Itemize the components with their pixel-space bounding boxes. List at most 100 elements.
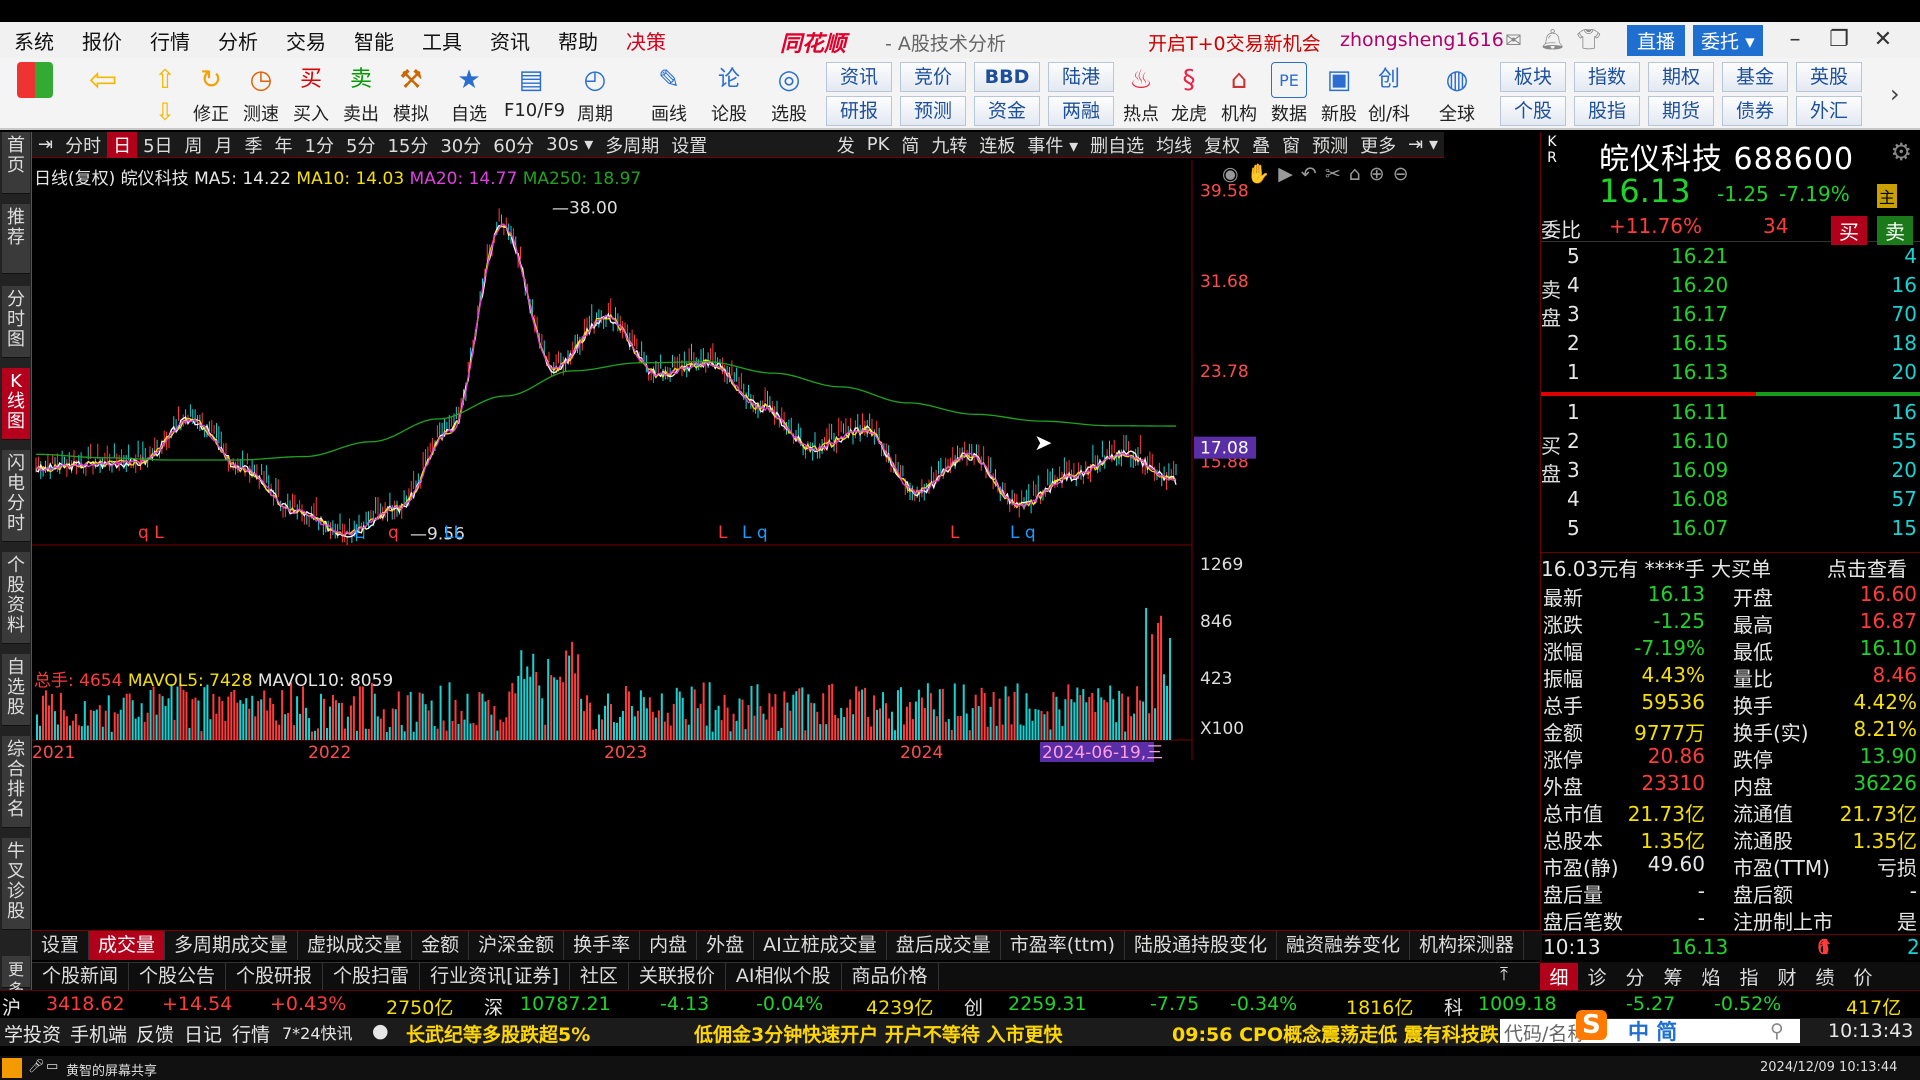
- quick-options-button[interactable]: 期权: [1648, 62, 1714, 92]
- period-quarter[interactable]: 季: [239, 132, 269, 158]
- period-1min[interactable]: 1分: [299, 132, 340, 158]
- correct-button[interactable]: ↻ 修正: [184, 60, 238, 128]
- tool-pk[interactable]: PK: [861, 134, 896, 155]
- indicator-tab-4[interactable]: 金额: [412, 931, 470, 960]
- collapse-up-icon[interactable]: ⤒: [1500, 964, 1508, 985]
- tool-more[interactable]: 更多: [1354, 132, 1402, 158]
- menu-item-market[interactable]: 行情: [136, 26, 204, 55]
- right-tab-2[interactable]: 分: [1616, 963, 1654, 990]
- news-tab-7[interactable]: AI相似个股: [726, 963, 842, 990]
- ticker-diary[interactable]: 日记: [184, 1020, 222, 1047]
- restore-button[interactable]: ❐: [1818, 24, 1860, 56]
- cy-value[interactable]: 2259.31: [1008, 993, 1087, 1015]
- sz-value[interactable]: 10787.21: [520, 993, 611, 1015]
- indicator-tab-12[interactable]: 陆股通持股变化: [1125, 931, 1278, 960]
- news-tab-8[interactable]: 商品价格: [842, 963, 939, 990]
- simulate-button[interactable]: ⚒ 模拟: [384, 60, 438, 128]
- mic-icon[interactable]: 🎤︎: [28, 1059, 45, 1074]
- chart-settings-button[interactable]: 设置: [665, 132, 713, 158]
- ticker-mobile[interactable]: 手机端: [70, 1020, 127, 1047]
- indicator-tab-13[interactable]: 融资融券变化: [1277, 931, 1411, 960]
- watchlist-button[interactable]: ★ 自选: [442, 60, 496, 128]
- tab-home[interactable]: 首页: [2, 132, 30, 194]
- quick-fx-button[interactable]: 外汇: [1796, 96, 1862, 126]
- menu-item-system[interactable]: 系统: [0, 26, 68, 55]
- indicator-tab-11[interactable]: 市盈率(ttm): [1001, 931, 1125, 960]
- quick-stock-index-button[interactable]: 股指: [1574, 96, 1640, 126]
- period-month[interactable]: 月: [209, 132, 239, 158]
- tab-watchlist[interactable]: 自选股: [2, 654, 30, 726]
- pin-icon[interactable]: ⇥: [32, 134, 59, 155]
- tool-limit-up[interactable]: 连板: [973, 132, 1021, 158]
- quick-bonds-button[interactable]: 债券: [1722, 96, 1788, 126]
- quick-fund-button[interactable]: 资金: [974, 96, 1040, 126]
- book-row[interactable]: 2 16.10 55: [1541, 429, 1920, 457]
- right-tab-6[interactable]: 财: [1768, 963, 1806, 990]
- right-tab-3[interactable]: 筹: [1654, 963, 1692, 990]
- tool-window[interactable]: 窗: [1276, 132, 1306, 158]
- menu-item-smart[interactable]: 智能: [340, 26, 408, 55]
- f10-button[interactable]: ▤ F10/F9: [504, 60, 565, 128]
- news-ticker-3[interactable]: 09:56 CPO概念震荡走低 震有科技跌: [1172, 1020, 1499, 1047]
- global-button[interactable]: ◍ 全球: [1430, 60, 1484, 128]
- tool-adjust[interactable]: 复权: [1198, 132, 1246, 158]
- multi-period-button[interactable]: 多周期: [599, 132, 665, 158]
- period-30min[interactable]: 30分: [434, 132, 487, 158]
- period-intraday[interactable]: 分时: [59, 132, 107, 158]
- indicator-tab-7[interactable]: 内盘: [640, 931, 698, 960]
- right-tab-8[interactable]: 价: [1844, 963, 1882, 990]
- tab-flash-intraday[interactable]: 闪电分时: [2, 450, 30, 542]
- kc-value[interactable]: 1009.18: [1478, 993, 1557, 1015]
- book-row[interactable]: 1 16.13 20: [1541, 360, 1920, 388]
- book-row[interactable]: 5 16.07 15: [1541, 516, 1920, 544]
- tool-events[interactable]: 事件 ▾: [1021, 132, 1084, 158]
- discuss-button[interactable]: 论论股: [702, 60, 756, 128]
- book-row[interactable]: 2 16.15 18: [1541, 331, 1920, 359]
- tab-more[interactable]: 更多: [2, 956, 30, 999]
- quick-uk-stock-button[interactable]: 英股: [1796, 62, 1862, 92]
- ime-mode[interactable]: 中 简: [1628, 1016, 1677, 1046]
- news-tab-3[interactable]: 个股扫雷: [323, 963, 421, 990]
- indicator-tab-3[interactable]: 虚拟成交量: [298, 931, 413, 960]
- data-button[interactable]: PE 数据: [1262, 60, 1316, 128]
- search-icon[interactable]: ⚲: [1770, 1020, 1784, 1042]
- book-row[interactable]: 4 16.20 16: [1541, 273, 1920, 301]
- ticker-learn[interactable]: 学投资: [4, 1020, 61, 1047]
- right-tab-5[interactable]: 指: [1730, 963, 1768, 990]
- news-ticker-2[interactable]: 低佣金3分钟快速开户 开户不等待 入市更快: [694, 1020, 1062, 1047]
- quick-forecast-button[interactable]: 预测: [900, 96, 966, 126]
- tool-nine-turn[interactable]: 九转: [925, 132, 973, 158]
- dragon-tiger-button[interactable]: § 龙虎: [1162, 60, 1216, 128]
- tool-remove-watch[interactable]: 删自选: [1084, 132, 1150, 158]
- book-row[interactable]: 3 16.17 70: [1541, 302, 1920, 330]
- big-order-link[interactable]: 点击查看: [1827, 553, 1907, 582]
- quick-funds-button[interactable]: 基金: [1722, 62, 1788, 92]
- sell-button[interactable]: 卖卖出: [334, 60, 388, 128]
- book-row[interactable]: 3 16.09 20: [1541, 458, 1920, 486]
- period-button[interactable]: ◴ 周期: [568, 60, 622, 128]
- delegate-button[interactable]: 委托 ▾: [1693, 25, 1763, 56]
- tab-recommend[interactable]: 推荐: [2, 204, 30, 274]
- tab-intraday[interactable]: 分时图: [2, 286, 30, 358]
- news-tab-0[interactable]: 个股新闻: [32, 963, 130, 990]
- gear-icon[interactable]: ⚙: [1890, 138, 1912, 166]
- quick-auction-button[interactable]: 竞价: [900, 62, 966, 92]
- hotspot-button[interactable]: ♨ 热点: [1114, 60, 1168, 128]
- menu-item-trade[interactable]: 交易: [272, 26, 340, 55]
- chinext-button[interactable]: 创创/科: [1362, 60, 1416, 128]
- indicator-tab-6[interactable]: 换手率: [564, 931, 641, 960]
- mail-icon[interactable]: ✉: [1505, 28, 1522, 52]
- news-tab-2[interactable]: 个股研报: [226, 963, 324, 990]
- shirt-icon[interactable]: 👕︎: [1576, 27, 1601, 51]
- screener-button[interactable]: ◎ 选股: [762, 60, 816, 128]
- ticker-feedback[interactable]: 反馈: [136, 1020, 174, 1047]
- period-week[interactable]: 周: [179, 132, 209, 158]
- buy-button[interactable]: 买买入: [284, 60, 338, 128]
- quick-stock-button[interactable]: 个股: [1500, 96, 1566, 126]
- right-tab-7[interactable]: 绩: [1806, 963, 1844, 990]
- news-tab-6[interactable]: 关联报价: [629, 963, 726, 990]
- close-button[interactable]: ✕: [1862, 24, 1904, 56]
- ticker-market[interactable]: 行情: [232, 1020, 270, 1047]
- indicator-tab-8[interactable]: 外盘: [697, 931, 755, 960]
- tab-stock-profile[interactable]: 个股资料: [2, 552, 30, 644]
